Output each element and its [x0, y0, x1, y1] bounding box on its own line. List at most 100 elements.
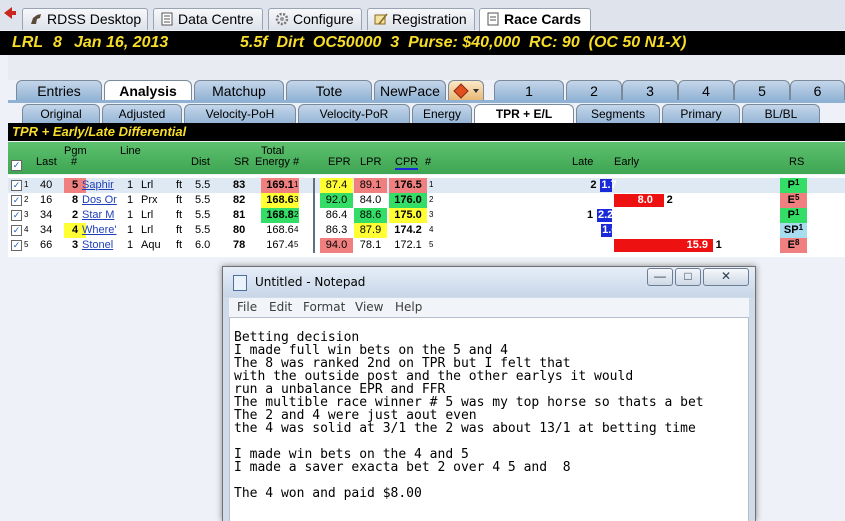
- section-title: TPR + Early/Late Differential: [8, 123, 845, 141]
- menu-file[interactable]: File: [237, 300, 257, 314]
- cell-lpr: 88.6: [354, 208, 387, 223]
- notepad-line: The 4 won and paid $8.00: [234, 486, 422, 501]
- cell-cpr: 172.1: [394, 239, 422, 251]
- row-checkbox[interactable]: ✓: [11, 210, 22, 221]
- tab-label: Configure: [293, 11, 354, 27]
- close-button[interactable]: ✕: [703, 268, 749, 286]
- subtab-velocity-poh[interactable]: Velocity-PoH: [184, 104, 296, 123]
- tab-registration[interactable]: Registration: [367, 8, 475, 30]
- back-arrow-icon[interactable]: [4, 6, 16, 20]
- row-checkbox[interactable]: ✓: [11, 225, 22, 236]
- cell-line: 1: [127, 179, 134, 191]
- minimize-button[interactable]: —: [647, 268, 673, 286]
- tab-strip: [8, 100, 845, 103]
- tab-newpace[interactable]: NewPace: [374, 80, 446, 101]
- col-early: Early: [614, 156, 640, 168]
- notepad-titlebar[interactable]: Untitled - Notepad — □ ✕: [223, 267, 755, 297]
- column-divider: [313, 238, 315, 253]
- cell-line: 1: [127, 209, 134, 221]
- tab-matchup[interactable]: Matchup: [194, 80, 284, 101]
- rs-style: E: [787, 194, 795, 206]
- tab-label: Registration: [392, 11, 467, 27]
- cell-track: Lrl: [141, 179, 154, 191]
- tab-tote[interactable]: Tote: [286, 80, 372, 101]
- cell-dist: 5.5: [195, 179, 211, 191]
- subtab-tpr-el[interactable]: TPR + E/L: [474, 104, 574, 123]
- cell-line: 1: [127, 224, 134, 236]
- col-late: Late: [572, 156, 594, 168]
- tab-label: 1: [525, 83, 533, 99]
- menu-format[interactable]: Format: [303, 300, 345, 314]
- menu-help[interactable]: Help: [395, 300, 422, 314]
- tab-data-centre[interactable]: Data Centre: [153, 8, 263, 30]
- subtab-velocity-por[interactable]: Velocity-PoR: [298, 104, 410, 123]
- tab-race-2[interactable]: 2: [566, 80, 622, 101]
- cell-rs: E5: [780, 193, 807, 208]
- cell-sr: 81: [233, 209, 246, 221]
- cell-rs: P1: [780, 208, 807, 223]
- race-date: Jan 16, 2013: [74, 34, 169, 51]
- tab-race-1[interactable]: 1: [494, 80, 564, 101]
- tab-label: Entries: [37, 83, 81, 99]
- col-last: Last: [36, 156, 57, 168]
- col-energy-hash: #: [293, 156, 300, 168]
- notepad-window[interactable]: Untitled - Notepad — □ ✕ File Edit Forma…: [222, 266, 756, 521]
- tab-configure[interactable]: Configure: [268, 8, 362, 30]
- cell-cpr-rank: 1: [429, 180, 434, 189]
- table-row: ✓ 5 66 3 Stonel 1 Aqu ft 6.0 78 167.4 5 94.0 78.1 172.…: [8, 238, 845, 253]
- cell-dist: 6.0: [195, 239, 211, 251]
- maximize-button[interactable]: □: [675, 268, 701, 286]
- tab-analysis[interactable]: Analysis: [104, 80, 192, 101]
- subtab-original[interactable]: Original: [22, 104, 100, 123]
- subtab-energy[interactable]: Energy: [412, 104, 472, 123]
- select-all-checkbox[interactable]: ✓: [11, 160, 22, 171]
- cell-epr: 92.0: [320, 193, 353, 208]
- cell-sr: 80: [233, 224, 246, 236]
- cell-epr: 86.4: [325, 209, 348, 221]
- subtab-bl-bl[interactable]: BL/BL: [742, 104, 820, 123]
- cell-cpr-rank: 4: [429, 225, 434, 234]
- cell-last: 34: [40, 209, 53, 221]
- row-checkbox[interactable]: ✓: [11, 180, 22, 191]
- tab-race-3[interactable]: 3: [622, 80, 678, 101]
- gear-icon: [275, 12, 289, 26]
- late-value: 2.2: [597, 209, 614, 221]
- horse-name-link[interactable]: Saphir: [82, 179, 114, 192]
- menu-edit[interactable]: Edit: [269, 300, 292, 314]
- horse-name-link[interactable]: Where': [82, 224, 117, 237]
- tab-rdss-desktop[interactable]: RDSS Desktop: [22, 8, 148, 30]
- horse-name-link[interactable]: Star M: [82, 209, 114, 222]
- horse-name-link[interactable]: Dos Or: [82, 194, 117, 207]
- late-value: 1.7: [601, 179, 617, 191]
- maximize-icon: □: [684, 269, 692, 283]
- row-checkbox[interactable]: ✓: [11, 195, 22, 206]
- rs-style: SP: [783, 224, 799, 236]
- tab-race-5[interactable]: 5: [734, 80, 790, 101]
- subtab-primary[interactable]: Primary: [662, 104, 740, 123]
- notepad-line: I made a saver exacta bet 2 over 4 5 and…: [234, 460, 571, 475]
- cell-unit: ft: [176, 179, 183, 191]
- tab-race-cards[interactable]: Race Cards: [479, 8, 591, 32]
- cell-sr: 82: [233, 194, 246, 206]
- tab-entries[interactable]: Entries: [16, 80, 102, 101]
- subtab-segments[interactable]: Segments: [576, 104, 660, 123]
- tab-race-6[interactable]: 6: [790, 80, 845, 101]
- menu-view[interactable]: View: [355, 300, 383, 314]
- tab-race-4[interactable]: 4: [678, 80, 734, 101]
- cell-dist: 5.5: [195, 209, 211, 221]
- notepad-title: Untitled - Notepad: [255, 275, 366, 289]
- row-checkbox[interactable]: ✓: [11, 240, 22, 251]
- tab-pace-tool[interactable]: [448, 80, 484, 101]
- rs-number: 1: [794, 208, 800, 217]
- close-icon: ✕: [720, 269, 732, 283]
- cell-line: 1: [127, 239, 134, 251]
- cell-rs: SP1: [780, 223, 807, 238]
- document-icon: [161, 12, 173, 26]
- horse-name-link[interactable]: Stonel: [82, 239, 113, 252]
- cell-track: Lrl: [141, 224, 154, 236]
- cell-dist: 5.5: [195, 194, 211, 206]
- subtab-adjusted[interactable]: Adjusted: [102, 104, 182, 123]
- column-divider: [313, 223, 315, 238]
- cell-cpr: 174.2: [394, 224, 422, 236]
- notepad-text-area[interactable]: Betting decision I made full win bets on …: [229, 317, 749, 521]
